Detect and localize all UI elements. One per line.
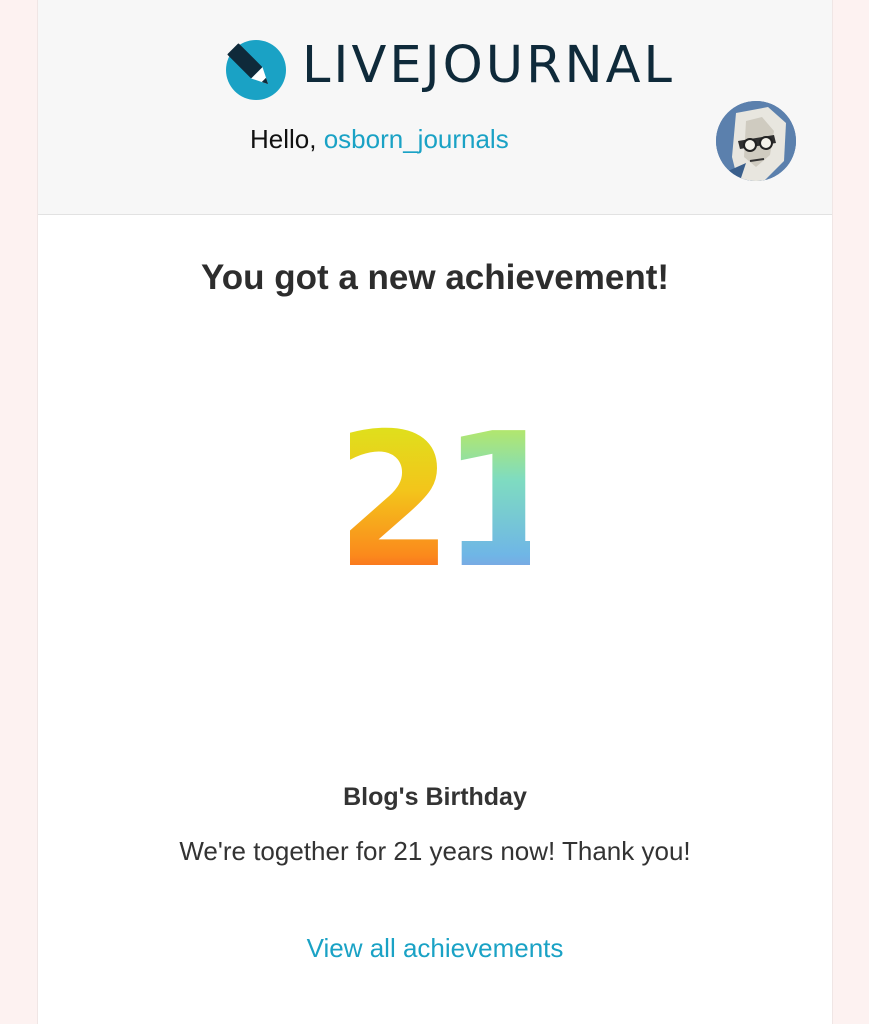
- badge-digit-2: 2: [350, 410, 440, 575]
- email-card: LIVEJOURNAL Hello, osborn_journals You g…: [37, 0, 833, 1024]
- livejournal-logo[interactable]: LIVEJOURNAL: [220, 30, 675, 102]
- avatar[interactable]: [716, 101, 796, 181]
- greeting: Hello, osborn_journals: [250, 124, 509, 155]
- username-link[interactable]: osborn_journals: [324, 124, 509, 154]
- achievement-heading: You got a new achievement!: [200, 258, 670, 297]
- achievement-name: Blog's Birthday: [343, 783, 527, 811]
- greeting-label: Hello,: [250, 124, 324, 154]
- livejournal-pen-icon: [226, 40, 286, 100]
- email-header: LIVEJOURNAL Hello, osborn_journals: [38, 0, 832, 215]
- logo-text: LIVEJOURNAL: [302, 36, 675, 95]
- avatar-image: [716, 101, 796, 181]
- achievement-description: We're together for 21 years now! Thank y…: [179, 836, 691, 866]
- view-all-achievements-link[interactable]: View all achievements: [38, 933, 832, 964]
- birthday-21-badge: 21: [350, 410, 530, 575]
